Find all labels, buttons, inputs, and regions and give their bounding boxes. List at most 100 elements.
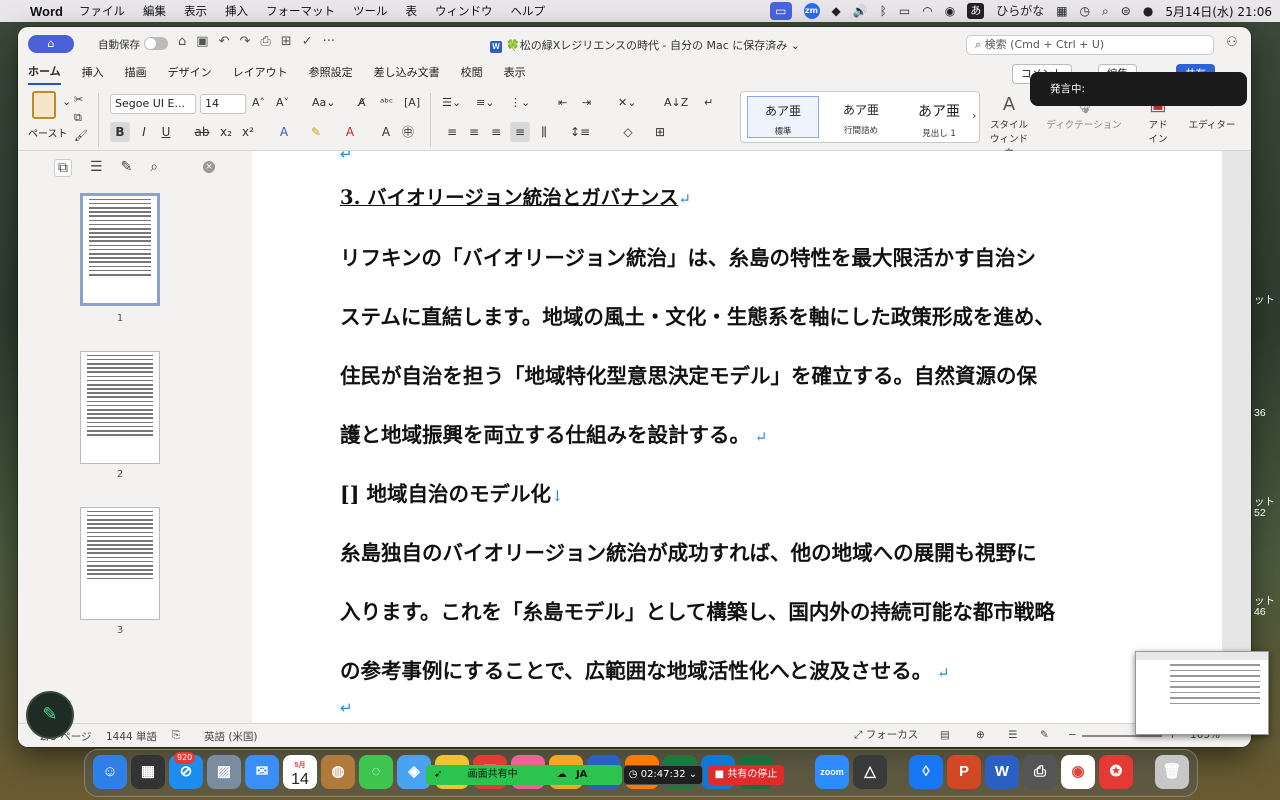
shrink-font-icon[interactable]: A˅	[276, 96, 289, 109]
messages-icon[interactable]: ◌	[359, 755, 393, 789]
body-line[interactable]: 糸島独自のバイオリージョン統治が成功すれば、他の地域への展開も視野に	[340, 536, 1037, 566]
align-right-icon[interactable]: ≡	[486, 122, 506, 142]
style-window-button[interactable]: A スタイル ウィンドウ	[986, 93, 1032, 159]
paste-label[interactable]: ペースト	[28, 125, 68, 140]
ime-indicator-icon[interactable]: あ	[967, 3, 985, 19]
contacts-icon[interactable]: ◍	[321, 755, 355, 789]
menubar-clock[interactable]: 5月14日(水) 21:06	[1165, 3, 1272, 20]
print-icon[interactable]: ⎙	[260, 34, 270, 49]
tab-references[interactable]: 参照設定	[309, 62, 353, 84]
subscript-icon[interactable]: x₂	[216, 122, 236, 142]
session-timer[interactable]: ◷ 02:47:32 ⌄	[623, 765, 703, 785]
launchpad-icon[interactable]: ▦	[131, 755, 165, 789]
zoom-slider[interactable]	[1082, 735, 1162, 737]
powerpoint-icon[interactable]: P	[947, 755, 981, 789]
messenger-icon[interactable]: ◊	[909, 755, 943, 789]
time-machine-icon[interactable]: ◷	[1080, 0, 1090, 22]
justify-icon[interactable]: ≡	[510, 122, 530, 142]
control-center-icon[interactable]: ⊜	[1121, 0, 1131, 22]
focus-button[interactable]: ⤢ フォーカス	[854, 727, 918, 742]
siri-icon[interactable]: ●	[1143, 0, 1153, 22]
close-pane-icon[interactable]: ×	[203, 161, 215, 173]
save-icon[interactable]: ▣	[196, 34, 208, 49]
paste-icon[interactable]	[32, 91, 56, 119]
menu-tools[interactable]: ツール	[353, 3, 388, 19]
highlight-color-icon[interactable]: ✎	[306, 122, 326, 142]
cut-icon[interactable]: ✂	[74, 93, 83, 106]
keyboard-icon[interactable]: ▦	[1056, 0, 1067, 22]
calendar-icon[interactable]: 5月 14	[283, 755, 317, 789]
language-status[interactable]: 英語 (米国)	[204, 729, 258, 744]
format-painter-icon[interactable]: 🖌	[74, 129, 88, 142]
tab-layout[interactable]: レイアウト	[233, 62, 288, 84]
document-title[interactable]: W 🍀松の緑Xレジリエンスの時代 - 自分の Mac に保存済み ⌄	[490, 37, 800, 53]
numbering-icon[interactable]: ≡⌄	[476, 96, 494, 109]
menu-file[interactable]: ファイル	[79, 3, 125, 19]
menu-view[interactable]: 表示	[184, 3, 207, 19]
character-shading-icon[interactable]: A	[376, 122, 396, 142]
home-icon[interactable]: ⌂	[178, 34, 186, 49]
clear-formatting-icon[interactable]: A̸	[358, 96, 366, 109]
tab-home[interactable]: ホーム	[28, 61, 61, 85]
share-people-icon[interactable]: ⚇	[1226, 35, 1238, 50]
font-name-select[interactable]: Segoe UI E...	[110, 94, 196, 114]
style-heading-1[interactable]: あア亜 見出し 1	[903, 96, 975, 139]
dropbox-icon[interactable]: ◆	[832, 0, 841, 22]
body-line[interactable]: 入ります。これを「糸島モデル」として構築し、国内外の持続可能な都市戦略	[340, 595, 1055, 625]
search-input[interactable]: ⌕ 検索 (Cmd + Ctrl + U)	[966, 35, 1214, 55]
zoom-out-icon[interactable]: −	[1068, 729, 1077, 741]
tab-insert[interactable]: 挿入	[82, 62, 104, 84]
app-menu-word[interactable]: Word	[30, 4, 63, 19]
word-icon[interactable]: W	[985, 755, 1019, 789]
copy-icon[interactable]: ⧉	[74, 111, 82, 125]
sort-icon[interactable]: A↓Z	[664, 96, 688, 109]
zoom-app-icon[interactable]: zoom	[815, 755, 849, 789]
spotlight-search-icon[interactable]: ⌕	[1102, 0, 1109, 22]
body-line[interactable]: リフキンの「バイオリージョン統治」は、糸島の特性を最大限活かす自治シ	[340, 241, 1036, 271]
web-layout-icon[interactable]: ⊕	[976, 729, 985, 741]
screen-preview-thumbnail[interactable]	[1135, 651, 1269, 735]
bullets-icon[interactable]: ☰⌄	[442, 96, 461, 109]
underline-icon[interactable]: U	[156, 122, 176, 142]
user-icon[interactable]: ◉	[945, 0, 955, 22]
undo-icon[interactable]: ↶	[219, 34, 230, 49]
document-area[interactable]: ↵ 3. バイオリージョン統治とガバナンス↵ リフキンの「バイオリージョン統治」…	[252, 151, 1251, 723]
nav-search-icon[interactable]: ⌕	[150, 159, 158, 177]
line-spacing-icon[interactable]: ↕≡	[570, 122, 590, 142]
menu-insert[interactable]: 挿入	[225, 3, 248, 19]
preview-icon[interactable]: ▨	[207, 755, 241, 789]
spellcheck-icon[interactable]: ✓	[302, 34, 313, 49]
battery-icon[interactable]: ▭	[899, 0, 910, 22]
zoom-icon[interactable]: zm	[803, 3, 820, 19]
grow-font-icon[interactable]: A˄	[252, 96, 265, 109]
body-line[interactable]: 住民が自治を担う「地域特化型意思決定モデル」を確立する。自然資源の保	[340, 359, 1037, 389]
increase-indent-icon[interactable]: ⇥	[582, 96, 591, 109]
draw-pen-icon[interactable]: ✎	[28, 693, 72, 737]
borders-icon[interactable]: ⊞	[650, 122, 670, 142]
chrome-icon[interactable]: ◉	[1061, 755, 1095, 789]
page-thumbnail-3[interactable]	[80, 507, 160, 620]
word-count[interactable]: 1444 単語	[106, 729, 157, 744]
bold-icon[interactable]: B	[110, 122, 130, 142]
ime-label[interactable]: ひらがな	[996, 0, 1044, 22]
draft-layout-icon[interactable]: ✎	[1040, 729, 1049, 741]
section-heading[interactable]: 3. バイオリージョン統治とガバナンス↵	[340, 181, 691, 210]
screen-share-bar[interactable]: ➹ 画面共有中 ☁ JA	[426, 765, 622, 785]
body-line[interactable]: 護と地域振興を両立する仕組みを設計する。 ↵	[340, 418, 767, 448]
tab-draw[interactable]: 描画	[125, 62, 147, 84]
font-color-icon[interactable]: A	[340, 122, 360, 142]
menu-help[interactable]: ヘルプ	[510, 3, 545, 19]
distributed-icon[interactable]: ⫼	[534, 122, 554, 142]
paste-dropdown-icon[interactable]: ⌄	[62, 95, 71, 108]
font-size-select[interactable]: 14	[200, 94, 246, 114]
screen-share-status-icon[interactable]: ▭	[770, 2, 792, 20]
outline-layout-icon[interactable]: ☰	[1008, 729, 1017, 741]
styles-more-icon[interactable]: ›	[972, 109, 976, 122]
finder-icon[interactable]: ☺	[93, 755, 127, 789]
bluetooth-icon[interactable]: ᛒ	[880, 0, 887, 22]
decrease-indent-icon[interactable]: ⇤	[558, 96, 567, 109]
tab-review[interactable]: 校閲	[461, 62, 483, 84]
trash-icon[interactable]: 🗑	[1155, 755, 1189, 789]
show-marks-icon[interactable]: ↵	[704, 96, 713, 109]
text-effects-icon[interactable]: A	[274, 122, 294, 142]
